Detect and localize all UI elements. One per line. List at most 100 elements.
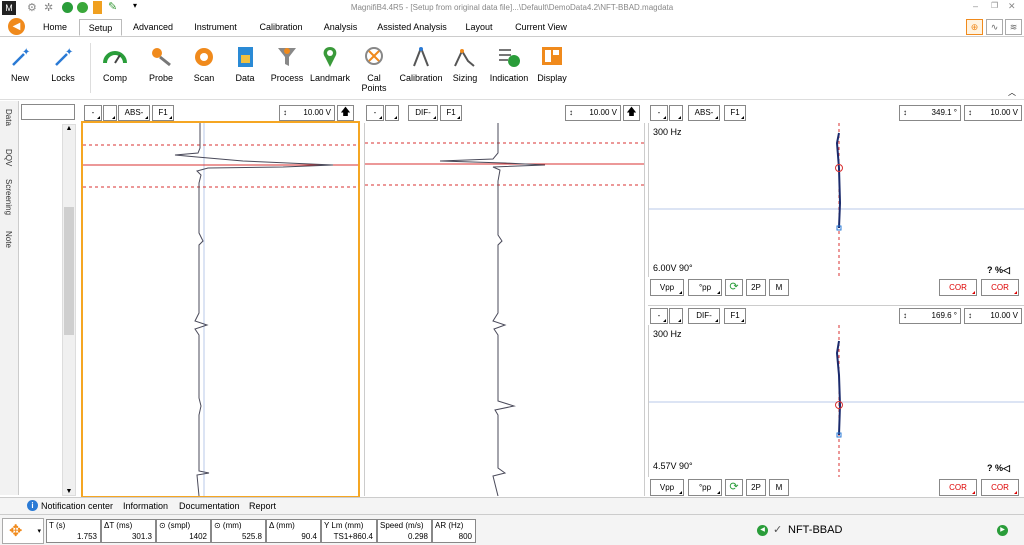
lissa-dif-refresh-icon[interactable]: ⟳ [725, 479, 743, 496]
comp-button[interactable]: Comp [93, 45, 137, 83]
strip-dif-up-arrow-icon[interactable]: 🡅 [623, 105, 640, 121]
overview-scrollbar[interactable]: ▲ ▼ [62, 124, 76, 496]
next-file-button[interactable]: ▶ [997, 525, 1008, 536]
locks-button[interactable]: ✦ Locks [41, 45, 85, 83]
strip-dif-dash-select[interactable]: - [366, 105, 384, 121]
window-title: MagnifiB4.4R5 - [Setup from original dat… [350, 3, 674, 12]
waveform-view-button[interactable]: ≋ [1005, 19, 1022, 35]
lissajous-abs[interactable]: 300 Hz 6.00V 90° ? %◁ [648, 123, 1024, 277]
lissa-dif-m-button[interactable]: M [769, 479, 789, 496]
strip-dif-probe-select[interactable] [385, 105, 399, 121]
lissa-dif-pp-button[interactable]: °pp [688, 479, 722, 496]
stat-time: T (s) 1.753 [46, 519, 101, 543]
stat-delta-time: ΔT (ms) 301.3 [101, 519, 156, 543]
restore-icon[interactable]: ❐ [991, 1, 998, 10]
notification-center-link[interactable]: Notification center [41, 501, 113, 511]
landmark-button[interactable]: Landmark [308, 45, 352, 83]
side-tab-note[interactable]: Note [4, 231, 13, 248]
lissa-abs-m-button[interactable]: M [769, 279, 789, 296]
documentation-link[interactable]: Documentation [179, 501, 240, 511]
lissa-abs-refresh-icon[interactable]: ⟳ [725, 279, 743, 296]
strip-abs-mode-select[interactable]: ABS- [118, 105, 150, 121]
scan-button[interactable]: Scan [182, 45, 226, 83]
strip-abs-probe-select[interactable] [103, 105, 117, 121]
indication-button[interactable]: Indication [487, 45, 531, 83]
lissa-dif-span-field[interactable]: ↕ 10.00 V [964, 308, 1022, 324]
side-tab-data[interactable]: Data [4, 109, 13, 126]
lissa-abs-filter-select[interactable]: F1 [724, 105, 746, 121]
tab-current-view[interactable]: Current View [508, 19, 574, 36]
lissa-abs-cor-button-2[interactable]: COR [981, 279, 1019, 296]
signal-view-button[interactable]: ∿ [986, 19, 1003, 35]
lissa-dif-probe-select[interactable] [669, 308, 683, 324]
new-button[interactable]: ✦ New [0, 45, 42, 83]
indication-list-icon [499, 49, 520, 67]
stat-delta-mm: Δ (mm) 90.4 [266, 519, 321, 543]
side-tab-dqv[interactable]: DQV [4, 149, 13, 166]
data-button[interactable]: Data [223, 45, 267, 83]
strip-dif-span-field[interactable]: ↕ 10.00 V [565, 105, 621, 121]
information-link[interactable]: Information [123, 501, 168, 511]
report-link[interactable]: Report [249, 501, 276, 511]
tab-instrument[interactable]: Instrument [188, 19, 243, 36]
lissa-dif-rotation-field[interactable]: ↕ 169.6 ° [899, 308, 961, 324]
title-bar: M ⚙ ✲ ✎ ▾ MagnifiB4.4R5 - [Setup from or… [0, 0, 1024, 16]
lissa-abs-rotation-field[interactable]: ↕ 349.1 ° [899, 105, 961, 121]
scroll-down-icon[interactable]: ▼ [63, 488, 75, 495]
lissa-abs-mode-select[interactable]: ABS- [688, 105, 720, 121]
close-icon[interactable]: ✕ [1008, 1, 1016, 12]
lissa-dif-cor-button-1[interactable]: COR [939, 479, 977, 496]
lissa-abs-span-field[interactable]: ↕ 10.00 V [964, 105, 1022, 121]
scroll-up-icon[interactable]: ▲ [63, 125, 75, 132]
minimize-icon[interactable]: – [973, 1, 978, 11]
process-button[interactable]: Process [265, 45, 309, 83]
side-tab-screening[interactable]: Screening [4, 179, 13, 215]
lissa-abs-2p-button[interactable]: 2P [746, 279, 766, 296]
lissajous-dif[interactable]: 300 Hz 4.57V 90° ? %◁ [648, 325, 1024, 477]
status-link-bar: i Notification center Information Docume… [0, 497, 1024, 514]
lissa-dif-2p-button[interactable]: 2P [746, 479, 766, 496]
collapse-ribbon-icon[interactable]: ︿ [1008, 87, 1016, 98]
lissa-abs-pp-button[interactable]: °pp [688, 279, 722, 296]
measurement-bar: ✥ ▾ T (s) 1.753 ΔT (ms) 301.3 ⊙ (smpl) 1402… [0, 514, 1024, 545]
strip-abs-filter-select[interactable]: F1 [152, 105, 174, 121]
tab-analysis[interactable]: Analysis [318, 19, 363, 36]
lissa-dif-dash-select[interactable]: - [650, 308, 668, 324]
strip-abs-span-field[interactable]: ↕ 10.00 V [279, 105, 335, 121]
lissa-dif-vpp-button[interactable]: Vpp [650, 479, 684, 496]
lissa-abs-vpp-button[interactable]: Vpp [650, 279, 684, 296]
probe-button[interactable]: Probe [139, 45, 183, 83]
ribbon-tab-bar: ◀ Home Setup Advanced Instrument Calibra… [0, 17, 1024, 36]
lissa-abs-probe-select[interactable] [669, 105, 683, 121]
lissa-dif-filter-select[interactable]: F1 [724, 308, 746, 324]
scroll-thumb[interactable] [64, 207, 74, 335]
funnel-icon [278, 48, 296, 66]
tab-calibration[interactable]: Calibration [253, 19, 309, 36]
tab-home[interactable]: Home [36, 19, 74, 36]
lissa-abs-cor-button-1[interactable]: COR [939, 279, 977, 296]
tab-assisted-analysis[interactable]: Assisted Analysis [374, 19, 450, 36]
move-cursor-button[interactable]: ✥ ▾ [2, 518, 44, 544]
tab-layout[interactable]: Layout [460, 19, 498, 36]
calibration-button[interactable]: Calibration [397, 45, 445, 83]
lissa-dif-cor-button-2[interactable]: COR [981, 479, 1019, 496]
back-button[interactable]: ◀ [8, 18, 25, 35]
target-view-button[interactable]: ⊕ [966, 19, 983, 35]
strip-abs-signal-trace [174, 123, 334, 496]
strip-chart-dif[interactable] [364, 123, 645, 496]
cal-points-button[interactable]: Cal Points [352, 45, 396, 93]
strip-abs-up-arrow-icon[interactable]: 🡅 [337, 105, 354, 121]
tab-setup[interactable]: Setup [79, 19, 122, 36]
strip-chart-abs[interactable] [81, 121, 360, 498]
strip-abs-dash-select[interactable]: - [84, 105, 102, 121]
tab-advanced[interactable]: Advanced [128, 19, 178, 36]
sizing-button[interactable]: Sizing [443, 45, 487, 83]
side-tab-strip: Data DQV Screening Note [0, 101, 19, 495]
lissa-dif-mode-select[interactable]: DIF- [688, 308, 720, 324]
strip-dif-filter-select[interactable]: F1 [440, 105, 462, 121]
previous-file-button[interactable]: ◀ [757, 525, 768, 536]
strip-dif-mode-select[interactable]: DIF- [408, 105, 438, 121]
display-button[interactable]: Display [530, 45, 574, 83]
lissa-abs-dash-select[interactable]: - [650, 105, 668, 121]
overview-input[interactable] [21, 104, 75, 120]
